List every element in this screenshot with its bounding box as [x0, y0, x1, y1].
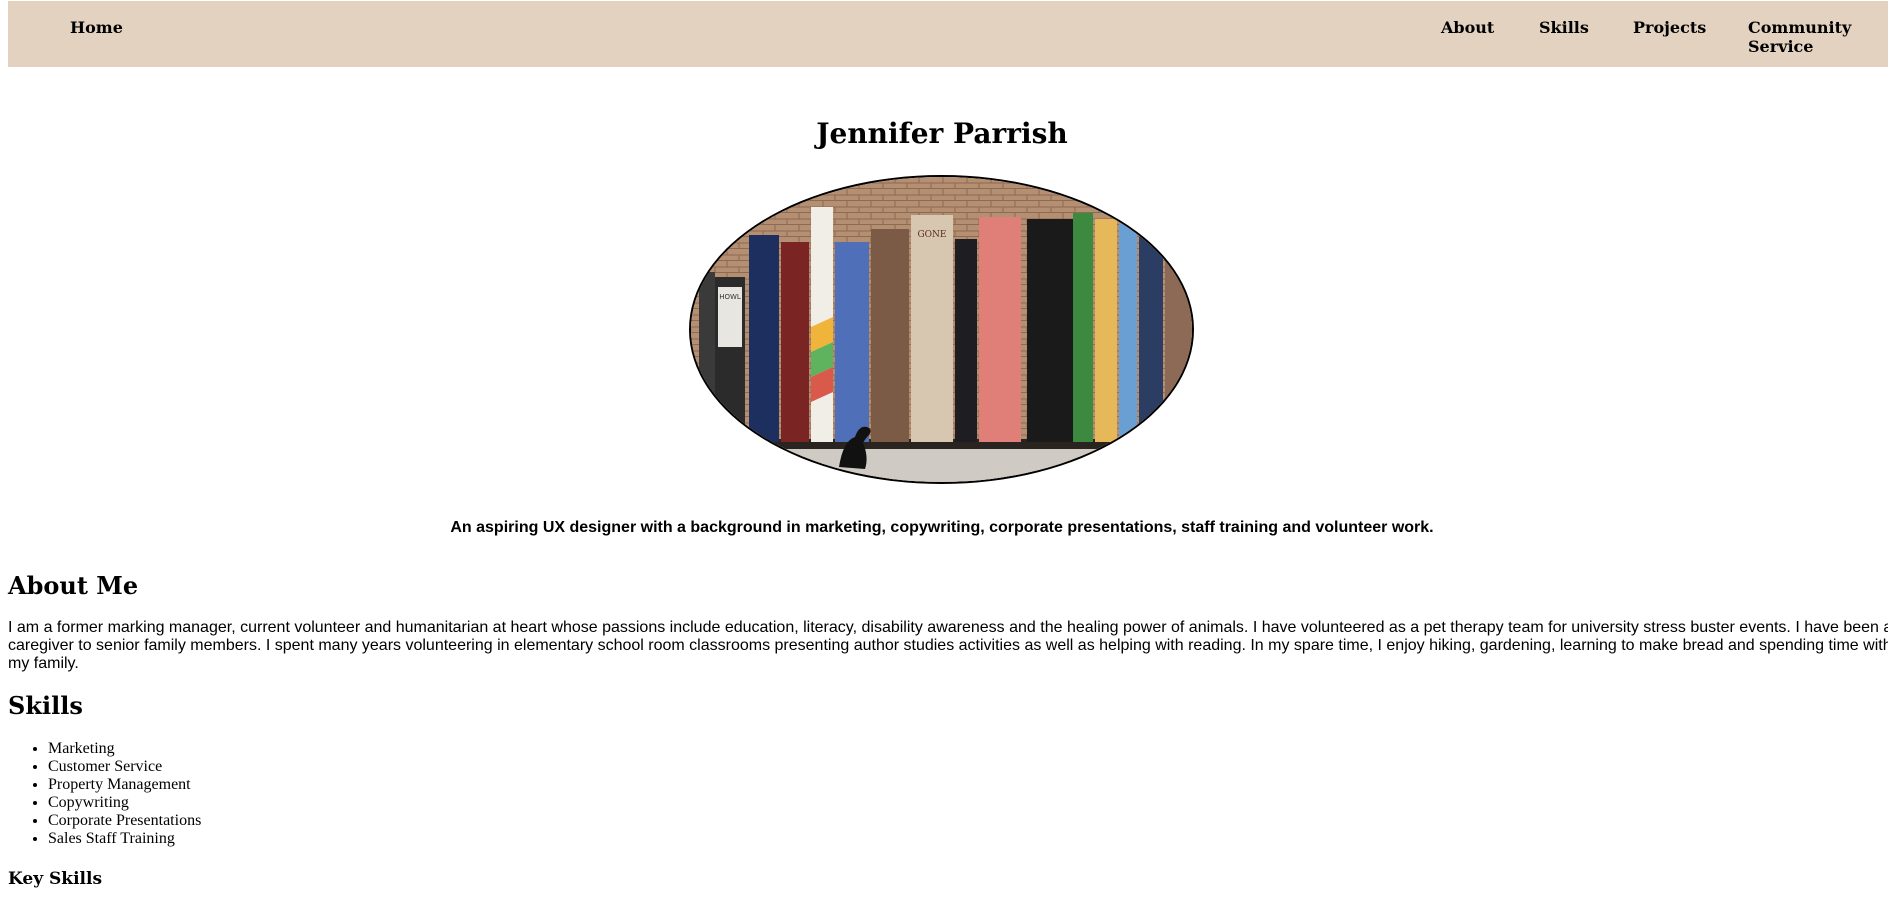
bookshelf-mural-illustration: HOWL GONE	[691, 177, 1192, 482]
skill-item: Customer Service	[48, 758, 201, 776]
hero-tagline: An aspiring UX designer with a backgroun…	[450, 519, 1434, 536]
skill-item: Copywriting	[48, 794, 201, 812]
key-skills-heading: Key Skills	[8, 869, 103, 889]
skills-list: Marketing Customer Service Property Mana…	[8, 740, 201, 848]
skill-item: Corporate Presentations	[48, 812, 201, 830]
page-title: Jennifer Parrish	[816, 117, 1068, 150]
skills-heading: Skills	[8, 691, 83, 720]
nav-skills-link[interactable]: Skills	[1539, 18, 1589, 37]
nav-community-line1: Community	[1748, 18, 1852, 37]
spine-text-gone-with-the-wind: GONE	[917, 230, 946, 240]
spine-text-howl: HOWL	[719, 293, 741, 301]
nav-about-link[interactable]: About	[1441, 18, 1494, 37]
nav-home-link[interactable]: Home	[70, 18, 123, 37]
hero-bookshelf-image: HOWL GONE	[689, 175, 1194, 484]
about-paragraph: I am a former marking manager, current v…	[8, 619, 1888, 672]
skill-item: Sales Staff Training	[48, 830, 201, 848]
nav-community-line2: Service	[1748, 37, 1814, 56]
nav-projects-link[interactable]: Projects	[1633, 18, 1706, 37]
about-heading: About Me	[8, 571, 139, 600]
skill-item: Property Management	[48, 776, 201, 794]
nav-community-service-link[interactable]: Community Service	[1748, 18, 1851, 56]
top-navbar: Home About Skills Projects Community Ser…	[8, 1, 1888, 67]
skill-item: Marketing	[48, 740, 201, 758]
